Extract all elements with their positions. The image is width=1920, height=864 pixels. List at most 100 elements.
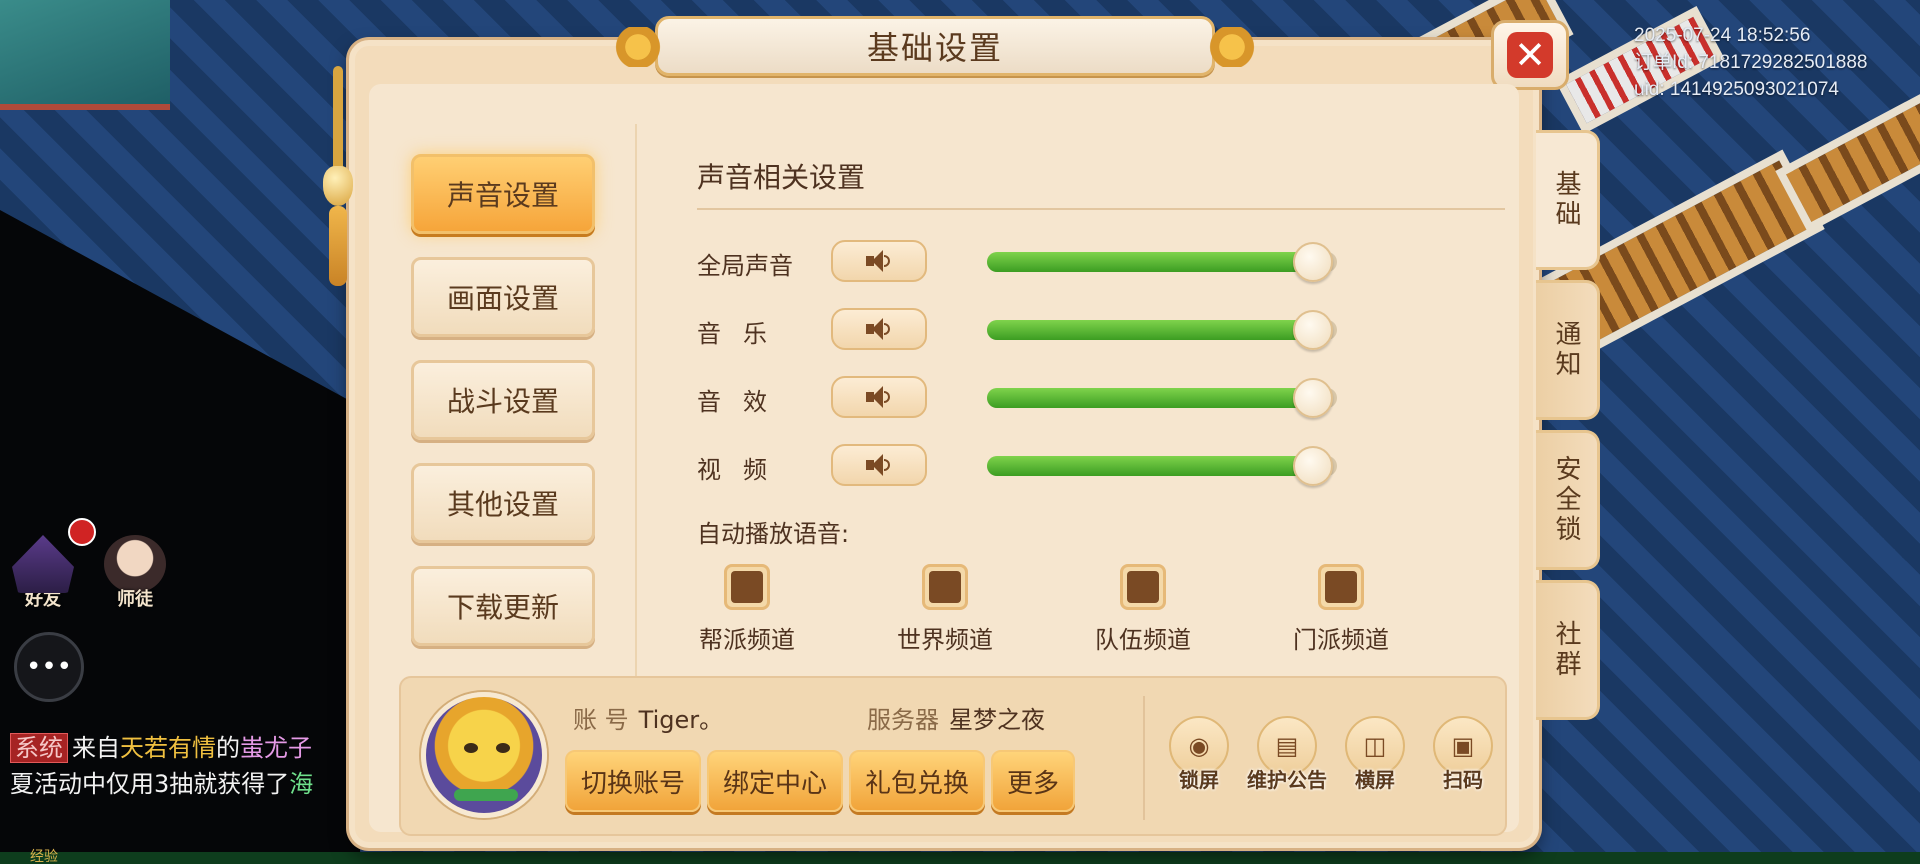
tool-label: 锁屏 bbox=[1179, 768, 1219, 792]
more-button[interactable]: 更多 bbox=[991, 750, 1076, 812]
mute-toggle-button[interactable] bbox=[831, 444, 927, 486]
tab-basic[interactable]: 基础 bbox=[1536, 130, 1600, 270]
slider-knob[interactable] bbox=[1292, 378, 1333, 418]
volume-row-sfx: 音效 bbox=[697, 376, 1347, 420]
volume-row-global: 全局声音 bbox=[697, 240, 1347, 284]
slider-fill bbox=[987, 252, 1313, 272]
section-divider bbox=[697, 208, 1505, 210]
chat-item-name[interactable]: 海 bbox=[289, 770, 313, 798]
server-info: 服务器 星梦之夜 bbox=[867, 700, 1045, 735]
overlay-order-id: 订单Id: 7181729282501888 bbox=[1634, 52, 1868, 73]
maintenance-notice-button[interactable]: ▤ 维护公告 bbox=[1247, 716, 1327, 793]
account-id-value: Tiger。 bbox=[638, 706, 724, 734]
volume-label: 音效 bbox=[697, 388, 789, 416]
tool-label: 维护公告 bbox=[1247, 768, 1327, 792]
slider-knob[interactable] bbox=[1292, 446, 1333, 486]
slider-knob[interactable] bbox=[1292, 242, 1333, 282]
close-icon: ✕ bbox=[1507, 32, 1553, 78]
system-tag: 系统 bbox=[10, 733, 68, 763]
avatar[interactable] bbox=[421, 692, 547, 818]
tab-notification[interactable]: 通知 bbox=[1536, 280, 1600, 420]
divider bbox=[1143, 696, 1145, 820]
chat-message[interactable]: 夏活动中仅用3抽就获得了海 bbox=[10, 764, 313, 799]
overlay-uid: uid: 1414925093021074 bbox=[1634, 79, 1839, 100]
chat-bubble-icon: ••• bbox=[25, 652, 72, 682]
tab-community[interactable]: 社群 bbox=[1536, 580, 1600, 720]
speaker-icon bbox=[866, 318, 892, 340]
map-building bbox=[0, 0, 170, 110]
friends-icon bbox=[12, 535, 74, 593]
slider-fill bbox=[987, 456, 1313, 476]
slider-fill bbox=[987, 320, 1313, 340]
channel-sect[interactable]: 门派频道 bbox=[1271, 564, 1411, 655]
channel-team[interactable]: 队伍频道 bbox=[1073, 564, 1213, 655]
panel-title: 基础设置 bbox=[866, 29, 1003, 67]
tab-security-lock[interactable]: 安全锁 bbox=[1536, 430, 1600, 570]
volume-slider[interactable] bbox=[987, 446, 1337, 486]
category-list: 声音设置 画面设置 战斗设置 其他设置 下载更新 bbox=[387, 154, 595, 669]
speaker-icon bbox=[866, 454, 892, 476]
overlay-datetime: 2025-07-24 18:52:56 bbox=[1634, 25, 1811, 46]
slider-fill bbox=[987, 388, 1313, 408]
friends-button[interactable]: 好友 bbox=[12, 535, 74, 611]
mute-toggle-button[interactable] bbox=[831, 376, 927, 418]
volume-row-video: 视频 bbox=[697, 444, 1347, 488]
gift-redeem-button[interactable]: 礼包兑换 bbox=[849, 750, 986, 812]
mute-toggle-button[interactable] bbox=[831, 240, 927, 282]
tool-label: 扫码 bbox=[1443, 768, 1483, 792]
volume-slider[interactable] bbox=[987, 242, 1337, 282]
tool-label: 横屏 bbox=[1355, 768, 1395, 792]
chat-player-name[interactable]: 天若有情 bbox=[120, 734, 216, 762]
chat-text: 的 bbox=[216, 734, 240, 762]
chat-text: 夏活动中仅用3抽就获得了 bbox=[10, 770, 290, 798]
category-battle[interactable]: 战斗设置 bbox=[411, 360, 595, 440]
master-apprentice-button[interactable]: 师徒 bbox=[104, 535, 166, 611]
side-tab-list: 基础 通知 安全锁 社群 bbox=[1536, 130, 1606, 730]
speaker-icon bbox=[866, 250, 892, 272]
account-id-label: 账 号 bbox=[573, 706, 629, 734]
recording-overlay: 2025-07-24 18:52:56 订单Id: 71817292825018… bbox=[1634, 22, 1867, 103]
bell-ornament bbox=[323, 66, 353, 296]
account-id: 账 号 Tiger。 bbox=[573, 700, 723, 735]
volume-label: 音乐 bbox=[697, 320, 789, 348]
account-button-group: 切换账号 绑定中心 礼包兑换 更多 bbox=[565, 750, 1076, 812]
auto-play-label: 自动播放语音: bbox=[697, 520, 850, 548]
checkbox[interactable] bbox=[724, 564, 770, 610]
checkbox[interactable] bbox=[1120, 564, 1166, 610]
chat-message[interactable]: 系统 来自天若有情的蚩尤子 bbox=[10, 728, 312, 763]
panel-title-plate: 基础设置 bbox=[608, 16, 1262, 76]
channel-world[interactable]: 世界频道 bbox=[875, 564, 1015, 655]
volume-slider[interactable] bbox=[987, 310, 1337, 350]
chat-text: 来自 bbox=[72, 734, 120, 762]
volume-row-music: 音乐 bbox=[697, 308, 1347, 352]
mute-toggle-button[interactable] bbox=[831, 308, 927, 350]
divider bbox=[635, 124, 637, 684]
checkbox-label: 队伍频道 bbox=[1095, 626, 1191, 654]
chat-player-name[interactable]: 蚩尤子 bbox=[240, 734, 312, 762]
close-button[interactable]: ✕ bbox=[1491, 20, 1569, 90]
channel-guild[interactable]: 帮派频道 bbox=[677, 564, 817, 655]
speaker-icon bbox=[866, 386, 892, 408]
account-bar: 账 号 Tiger。 服务器 星梦之夜 切换账号 绑定中心 礼包兑换 更多 ◉ 锁屏… bbox=[399, 676, 1507, 836]
settings-panel: 基础设置 ✕ 声音设置 画面设置 战斗设置 其他设置 下载更新 声音相关设置 全… bbox=[323, 16, 1569, 848]
slider-knob[interactable] bbox=[1292, 310, 1333, 350]
switch-account-button[interactable]: 切换账号 bbox=[565, 750, 702, 812]
binding-center-button[interactable]: 绑定中心 bbox=[707, 750, 844, 812]
server-value: 星梦之夜 bbox=[949, 706, 1045, 734]
chat-button[interactable]: ••• bbox=[14, 632, 84, 702]
volume-label: 全局声音 bbox=[697, 252, 793, 280]
section-title: 声音相关设置 bbox=[697, 161, 866, 194]
category-download[interactable]: 下载更新 bbox=[411, 566, 595, 646]
checkbox[interactable] bbox=[1318, 564, 1364, 610]
category-other[interactable]: 其他设置 bbox=[411, 463, 595, 543]
landscape-button[interactable]: ◫ 横屏 bbox=[1337, 716, 1413, 793]
checkbox[interactable] bbox=[922, 564, 968, 610]
category-sound[interactable]: 声音设置 bbox=[411, 154, 595, 234]
checkbox-label: 世界频道 bbox=[897, 626, 993, 654]
category-graphics[interactable]: 画面设置 bbox=[411, 257, 595, 337]
volume-slider[interactable] bbox=[987, 378, 1337, 418]
scan-code-button[interactable]: ▣ 扫码 bbox=[1425, 716, 1501, 793]
checkbox-label: 帮派频道 bbox=[699, 626, 795, 654]
lock-screen-button[interactable]: ◉ 锁屏 bbox=[1161, 716, 1237, 793]
panel-body: 声音设置 画面设置 战斗设置 其他设置 下载更新 声音相关设置 全局声音 音乐 bbox=[369, 84, 1519, 836]
